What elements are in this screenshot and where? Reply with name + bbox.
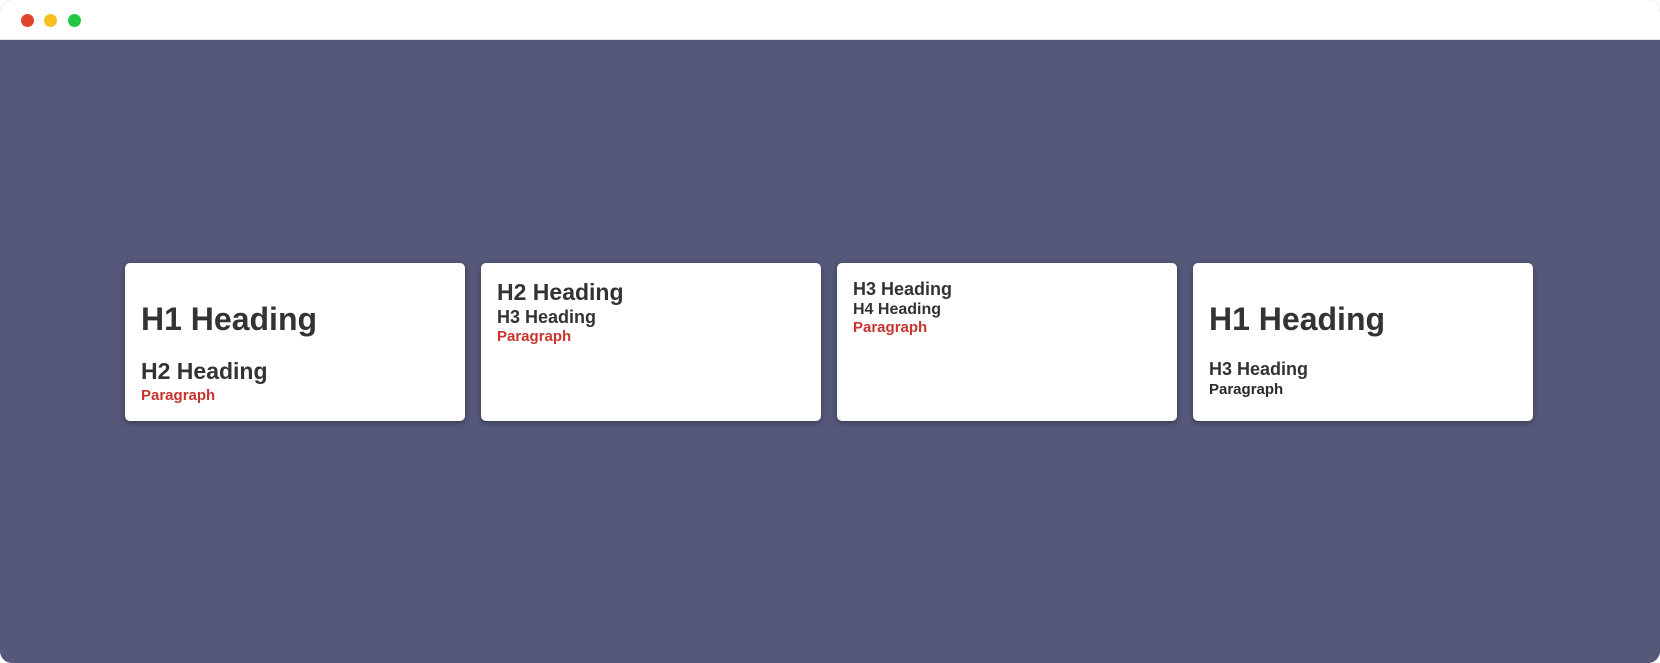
card-h1-heading: H1 Heading <box>141 301 318 337</box>
maximize-window-icon[interactable] <box>68 14 81 27</box>
card-paragraph: Paragraph <box>141 387 216 404</box>
window-titlebar <box>0 0 1660 40</box>
card-h3-heading: H3 Heading <box>853 279 953 299</box>
card: H1 Heading H3 Heading Paragraph <box>1193 263 1533 421</box>
card-paragraph: Paragraph <box>497 328 572 345</box>
minimize-window-icon[interactable] <box>44 14 57 27</box>
card: H1 Heading H2 Heading Paragraph <box>125 263 465 421</box>
browser-window: H1 Heading H2 Heading Paragraph H2 Headi… <box>0 0 1660 663</box>
card-h2-heading: H2 Heading <box>141 358 268 384</box>
card-h3-heading: H3 Heading <box>497 307 597 327</box>
card: H2 Heading H3 Heading Paragraph <box>481 263 821 421</box>
card: H3 Heading H4 Heading Paragraph <box>837 263 1177 421</box>
close-window-icon[interactable] <box>21 14 34 27</box>
card-h2-heading: H2 Heading <box>497 279 624 305</box>
card-paragraph: Paragraph <box>1209 381 1284 398</box>
card-h1-heading: H1 Heading <box>1209 301 1386 337</box>
card-paragraph: Paragraph <box>853 319 928 336</box>
card-h4-heading: H4 Heading <box>853 301 942 318</box>
card-h3-heading: H3 Heading <box>1209 359 1309 379</box>
